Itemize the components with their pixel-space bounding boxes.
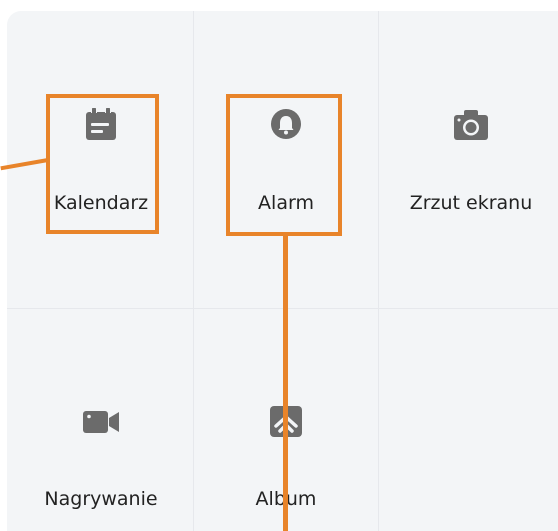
highlight-box bbox=[226, 94, 342, 236]
quick-launch-screen: Kalendarz Alarm Zrzut ekranu Nagrywanie bbox=[0, 0, 558, 531]
shortcut-label: Nagrywanie bbox=[44, 488, 158, 510]
highlight-box bbox=[46, 94, 159, 234]
shortcut-label: Zrzut ekranu bbox=[409, 192, 533, 214]
callout-line bbox=[283, 234, 288, 531]
video-camera-icon bbox=[83, 411, 119, 433]
shortcut-tile-nagrywanie[interactable]: Nagrywanie bbox=[8, 404, 194, 524]
camera-icon bbox=[454, 110, 488, 140]
shortcut-tile-zrzut-ekranu[interactable]: Zrzut ekranu bbox=[378, 108, 558, 228]
